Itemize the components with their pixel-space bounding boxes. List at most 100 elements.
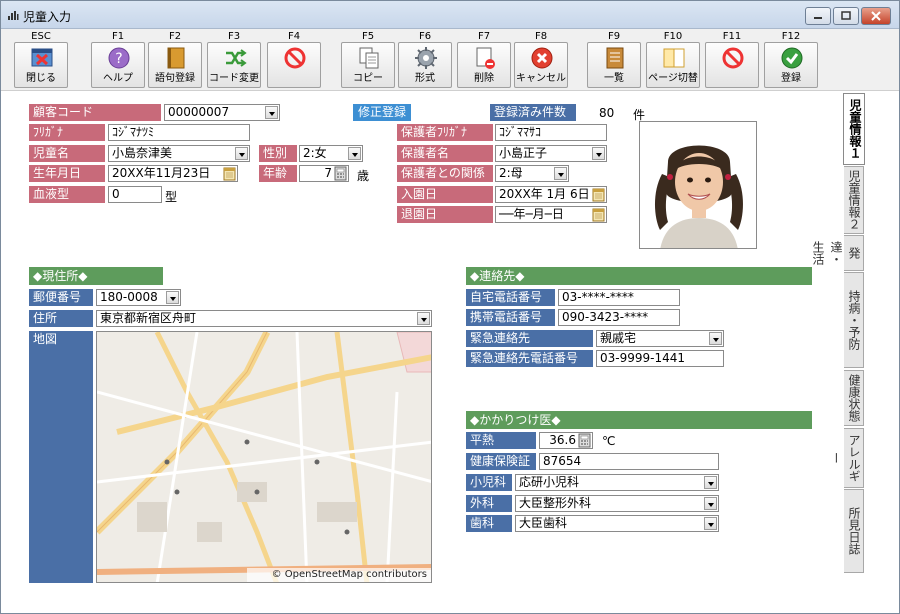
birthdate-value: 20XX年11月23日 xyxy=(112,166,211,180)
toolbar-button-f2[interactable]: 語句登録 xyxy=(148,42,202,88)
toolbar-button-esc[interactable]: 閉じる xyxy=(14,42,68,88)
calendar-icon[interactable] xyxy=(223,166,236,181)
address-value: 東京都新宿区舟町 xyxy=(100,311,197,325)
delete-page-icon xyxy=(476,47,495,69)
minimize-button[interactable] xyxy=(805,7,831,25)
contact-section-title: ◆連絡先◆ xyxy=(466,267,812,285)
side-tab-7[interactable]: 所見日誌 xyxy=(844,489,864,573)
side-tab-2[interactable]: 児童情報２ xyxy=(844,166,864,234)
fkey-label-f4: F4 xyxy=(287,31,301,42)
window-title: 児童入力 xyxy=(23,10,72,24)
chevron-down-icon[interactable] xyxy=(704,517,717,530)
toolbar-button-f11[interactable] xyxy=(705,42,759,88)
map-credit: © OpenStreetMap contributors xyxy=(271,569,427,580)
side-tab-6[interactable]: アレルギー xyxy=(829,428,864,488)
toolbar-button-f3[interactable]: コード変更 xyxy=(207,42,261,88)
fkey-label-f5: F5 xyxy=(361,31,375,42)
toolbar-button-f1[interactable]: ? ヘルプ xyxy=(91,42,145,88)
guardian-name-value: 小島正子 xyxy=(499,146,548,160)
dental-select[interactable]: 大臣歯科 xyxy=(515,515,719,532)
enroll-date-input[interactable]: 20XX年 1月 6日 xyxy=(495,186,607,203)
blood-type-unit: 型 xyxy=(165,190,178,204)
guardian-name-select[interactable]: 小島正子 xyxy=(495,145,607,162)
enroll-date-label: 入園日 xyxy=(397,186,493,203)
furigana-input[interactable]: ｺｼﾞﾏﾅﾂﾐ xyxy=(108,124,250,141)
page-switch-icon xyxy=(663,48,685,68)
emergency-phone-input[interactable]: 03-9999-1441 xyxy=(596,350,724,367)
close-button[interactable] xyxy=(861,7,891,25)
mobile-input[interactable]: 090-3423-**** xyxy=(558,309,680,326)
calculator-icon[interactable] xyxy=(334,166,347,181)
blood-type-input[interactable]: 0 xyxy=(108,186,162,203)
chevron-down-icon[interactable] xyxy=(265,106,278,119)
side-tab-3[interactable]: 発達・生活 xyxy=(811,235,864,271)
insurance-input[interactable]: 87654 xyxy=(539,453,719,470)
fkey-label-f11: F11 xyxy=(722,31,742,42)
chevron-down-icon[interactable] xyxy=(166,291,179,304)
customer-code-value: 00000007 xyxy=(168,105,230,119)
chevron-down-icon[interactable] xyxy=(592,147,605,160)
mobile-label: 携帯電話番号 xyxy=(466,309,555,326)
birthdate-input[interactable]: 20XX年11月23日 xyxy=(108,165,238,182)
gender-label: 性別 xyxy=(259,145,297,162)
chevron-down-icon[interactable] xyxy=(704,497,717,510)
postal-select[interactable]: 180-0008 xyxy=(96,289,181,306)
toolbar-button-f6[interactable]: 形式 xyxy=(398,42,452,88)
child-name-select[interactable]: 小島奈津美 xyxy=(108,145,250,162)
chevron-down-icon[interactable] xyxy=(417,312,430,325)
fkey-label-f8: F8 xyxy=(534,31,548,42)
guardian-furigana-input[interactable]: ｺｼﾞﾏﾏｻｺ xyxy=(495,124,607,141)
child-photo[interactable] xyxy=(639,121,757,249)
toolbar-button-f12[interactable]: 登録 xyxy=(764,42,818,88)
side-tab-1[interactable]: 児童情報１ xyxy=(843,93,865,165)
minimize-icon xyxy=(814,17,822,19)
toolbar-button-label: コード変更 xyxy=(209,73,259,84)
gender-select[interactable]: 2:女 xyxy=(299,145,363,162)
chevron-down-icon[interactable] xyxy=(554,167,567,180)
toolbar-button-f9[interactable]: 一覧 xyxy=(587,42,641,88)
emergency-select[interactable]: 親戚宅 xyxy=(596,330,724,347)
prohibited-icon xyxy=(722,47,744,69)
customer-code-select[interactable]: 00000007 xyxy=(164,104,280,121)
function-key-toolbar: ESC 閉じる F1? ヘルプ F2 語句登録 F3 コード変更 F4 F5 コピー F6 形式 F7 削除… xyxy=(1,29,899,91)
calendar-icon[interactable] xyxy=(592,187,605,202)
maximize-button[interactable] xyxy=(833,7,859,25)
chevron-down-icon[interactable] xyxy=(235,147,248,160)
toolbar-button-label: 一覧 xyxy=(604,73,624,84)
side-tab-4[interactable]: 持病・予防 xyxy=(844,272,864,368)
pediatrics-select[interactable]: 応研小児科 xyxy=(515,474,719,491)
postal-value: 180-0008 xyxy=(100,290,158,304)
address-select[interactable]: 東京都新宿区舟町 xyxy=(96,310,432,327)
relation-label: 保護者との関係 xyxy=(397,165,493,182)
street-map-image xyxy=(97,332,431,582)
emergency-label: 緊急連絡先 xyxy=(466,330,593,347)
guardian-name-label: 保護者名 xyxy=(397,145,493,162)
fkey-label-f1: F1 xyxy=(111,31,125,42)
dental-label: 歯科 xyxy=(466,515,512,532)
temperature-input[interactable]: 36.6 xyxy=(539,432,593,449)
chevron-down-icon[interactable] xyxy=(709,332,722,345)
map-label: 地図 xyxy=(29,331,93,583)
toolbar-button-f5[interactable]: コピー xyxy=(341,42,395,88)
toolbar-button-f7[interactable]: 削除 xyxy=(457,42,511,88)
age-input[interactable]: 7 xyxy=(299,165,349,182)
surgery-select[interactable]: 大臣整形外科 xyxy=(515,495,719,512)
address-map[interactable]: © OpenStreetMap contributors xyxy=(96,331,432,583)
toolbar-button-f10[interactable]: ページ切替 xyxy=(646,42,700,88)
toolbar-button-label: 削除 xyxy=(474,73,494,84)
toolbar-button-f4[interactable] xyxy=(267,42,321,88)
toolbar-button-f8[interactable]: キャンセル xyxy=(514,42,568,88)
chevron-down-icon[interactable] xyxy=(704,476,717,489)
toolbar-button-label: キャンセル xyxy=(516,73,566,84)
toolbar-button-label: ヘルプ xyxy=(103,73,133,84)
home-phone-input[interactable]: 03-****-**** xyxy=(558,289,680,306)
chevron-down-icon[interactable] xyxy=(348,147,361,160)
calculator-icon[interactable] xyxy=(578,433,591,448)
fkey-label-f9: F9 xyxy=(607,31,621,42)
relation-select[interactable]: 2:母 xyxy=(495,165,569,182)
side-tab-5[interactable]: 健康状態 xyxy=(844,370,864,426)
calendar-icon[interactable] xyxy=(592,207,605,222)
blood-type-label: 血液型 xyxy=(29,186,105,203)
map-label-text: 地図 xyxy=(33,332,58,346)
leave-date-input[interactable]: ──年─月─日 xyxy=(495,206,607,223)
